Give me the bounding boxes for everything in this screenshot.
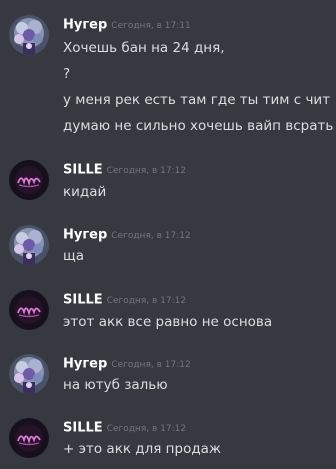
message-text: + это акк для продаж xyxy=(63,441,222,457)
nuger-avatar-icon[interactable] xyxy=(9,354,49,394)
message-text: Хочешь бан на 24 дня, xyxy=(63,40,225,56)
message-text: этот акк все равно не основа xyxy=(63,314,273,330)
nuger-avatar-icon[interactable] xyxy=(9,225,49,265)
sille-avatar-icon[interactable] xyxy=(9,160,49,200)
timestamp: Сегодня, в 17:12 xyxy=(111,359,191,370)
username[interactable]: SILLE xyxy=(63,163,103,178)
timestamp: Сегодня, в 17:12 xyxy=(111,230,191,241)
timestamp: Сегодня, в 17:12 xyxy=(106,423,187,434)
username[interactable]: SILLE xyxy=(63,293,103,308)
username[interactable]: Нугер xyxy=(63,228,107,243)
timestamp: Сегодня, в 17:12 xyxy=(106,295,187,306)
message-text: на ютуб залью xyxy=(63,377,168,393)
message-text: у меня рек есть там где ты тим с чит xyxy=(63,92,331,108)
username[interactable]: Нугер xyxy=(63,357,107,372)
chat-message-list: Нугер Сегодня, в 17:11 Хочешь бан на 24 д… xyxy=(0,0,336,469)
message-header: Нугер Сегодня, в 17:12 xyxy=(63,225,191,245)
timestamp: Сегодня, в 17:12 xyxy=(106,165,187,176)
timestamp: Сегодня, в 17:11 xyxy=(111,20,191,31)
sille-avatar-icon[interactable] xyxy=(9,418,49,458)
message-header: Нугер Сегодня, в 17:11 xyxy=(63,15,191,35)
message-text: думаю не сильно хочешь вайп всрать xyxy=(63,118,334,134)
message-header: Нугер Сегодня, в 17:12 xyxy=(63,354,191,374)
message-header: SILLE Сегодня, в 17:12 xyxy=(63,160,186,180)
nuger-avatar-icon[interactable] xyxy=(9,15,49,55)
username[interactable]: Нугер xyxy=(63,18,107,33)
message-header: SILLE Сегодня, в 17:12 xyxy=(63,290,186,310)
message-text: ? xyxy=(63,66,71,82)
username[interactable]: SILLE xyxy=(63,421,103,436)
message-header: SILLE Сегодня, в 17:12 xyxy=(63,418,186,438)
message-text: ща xyxy=(63,248,84,264)
sille-avatar-icon[interactable] xyxy=(9,290,49,330)
message-text: кидай xyxy=(63,184,107,200)
